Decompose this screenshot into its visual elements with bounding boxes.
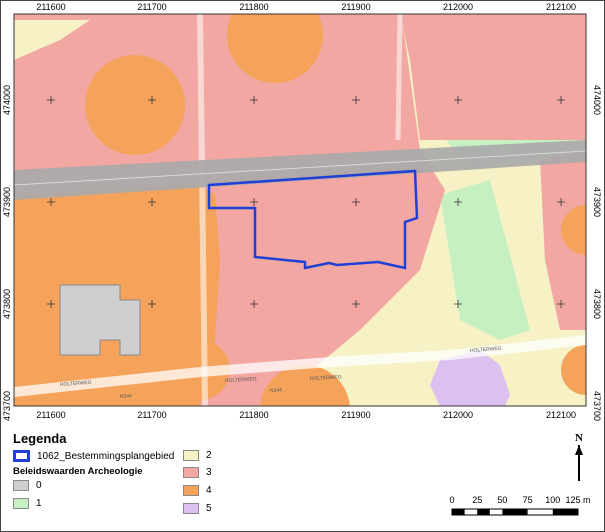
y-tick-right-3: 473700 (592, 391, 602, 421)
legend-swatch-3 (183, 467, 199, 478)
scale-seg-1 (452, 509, 465, 515)
legend-label-3: 3 (206, 467, 212, 478)
y-tick-left-0: 474000 (2, 85, 12, 115)
legend-item-5: 5 (183, 503, 212, 514)
map-layers: HOLTERWEG HOLTERWEG HOLTERWEGN344N344HOLTE… (14, 14, 586, 406)
x-tick-bottom-4: 212000 (443, 410, 473, 420)
x-tick-bottom-1: 211700 (137, 410, 166, 420)
x-tick-bottom-3: 211900 (341, 410, 370, 420)
scale-seg-2 (477, 509, 490, 515)
legend-swatch-5 (183, 503, 199, 514)
x-tick-top-4: 212000 (443, 2, 473, 12)
scale-label-3: 75 (523, 495, 533, 505)
legend-swatch-0 (13, 480, 29, 491)
x-tick-top-5: 212100 (546, 2, 576, 12)
scale-label-4: 100 (545, 495, 560, 505)
street-label-4: N344 (270, 387, 282, 394)
x-tick-bottom-2: 211800 (239, 410, 268, 420)
scale-label-2: 50 (497, 495, 507, 505)
legend-label-2: 2 (206, 450, 212, 461)
y-tick-right-2: 473800 (592, 289, 602, 319)
y-tick-left-1: 473900 (2, 187, 12, 217)
legend-label-1: 1 (36, 498, 42, 509)
north-arrow-label: N (575, 432, 583, 444)
map-furniture: N 0 25 50 75 100 125 m (449, 432, 591, 516)
legend-swatch-4 (183, 485, 199, 496)
legend-title: Legenda (13, 431, 67, 446)
street-label-3: N344 (120, 393, 133, 400)
x-tick-top-0: 211600 (36, 2, 65, 12)
north-arrow-head (575, 445, 583, 455)
scale-seg-3 (502, 509, 528, 515)
boundary-label: 1062_Bestemmingsplangebied (37, 450, 175, 462)
map-canvas[interactable]: HOLTERWEG HOLTERWEG HOLTERWEGN344N344HOLTE… (0, 0, 605, 425)
x-tick-top-2: 211800 (239, 2, 268, 12)
legend-label-0: 0 (36, 480, 42, 491)
legend-swatch-2 (183, 450, 199, 461)
scale-bar: 0 25 50 75 100 125 m (449, 495, 591, 516)
legend-item-1: 1 (13, 498, 42, 509)
x-tick-bottom-5: 212100 (546, 410, 576, 420)
scale-label-5: 125 m (565, 495, 590, 505)
scale-seg-4 (552, 509, 578, 515)
x-tick-top-3: 211900 (341, 2, 370, 12)
legend-label-5: 5 (206, 503, 212, 514)
x-tick-bottom-0: 211600 (36, 410, 65, 420)
legend-item-0: 0 (13, 480, 42, 491)
x-tick-top-1: 211700 (137, 2, 166, 12)
y-tick-right-1: 473900 (592, 187, 602, 217)
legend-swatch-1 (13, 498, 29, 509)
y-tick-left-3: 473700 (2, 391, 12, 421)
legend-label-4: 4 (206, 485, 212, 496)
legend-category-title: Beleidswaarden Archeologie (13, 466, 143, 477)
scale-labels: 0 25 50 75 100 125 m (449, 495, 590, 505)
legend-item-3: 3 (183, 467, 212, 478)
map-area[interactable]: HOLTERWEG HOLTERWEG HOLTERWEG N344 N344 HOLTE… (0, 0, 605, 425)
zone-class-4-circle-a (85, 55, 185, 155)
legend-boundary-row: 1062_Bestemmingsplangebied (13, 450, 174, 462)
boundary-swatch (13, 450, 30, 462)
scale-label-1: 25 (472, 495, 482, 505)
legend-item-2: 2 (183, 450, 212, 461)
road-east (395, 14, 403, 141)
zone-class-3-northeast (400, 14, 586, 140)
y-tick-right-0: 474000 (592, 85, 602, 115)
north-arrow: N (575, 432, 583, 481)
legend-item-4: 4 (183, 485, 212, 496)
scale-label-0: 0 (449, 495, 454, 505)
y-tick-left-2: 473800 (2, 289, 12, 319)
